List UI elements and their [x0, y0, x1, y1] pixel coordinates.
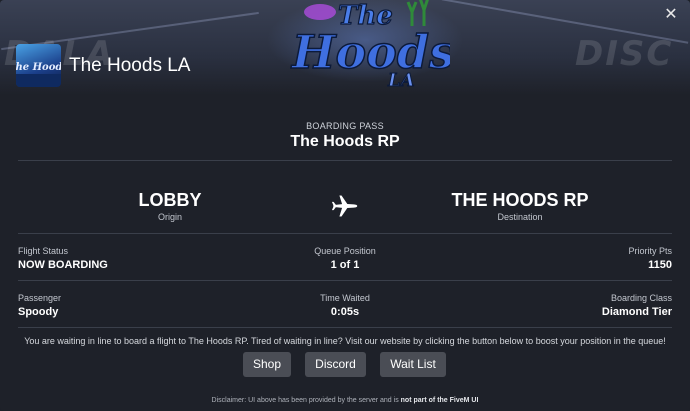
server-name: The Hoods LA [69, 55, 191, 76]
disclaimer: Disclaimer: UI above has been provided b… [0, 397, 690, 404]
priority-points-label: Priority Pts [628, 246, 672, 256]
palm-tree-icon [406, 1, 418, 26]
server-icon: The Hoods [16, 44, 61, 87]
flight-status-label: Flight Status [18, 246, 69, 256]
time-waited-value: 0:05s [330, 306, 360, 318]
origin-code: LOBBY [138, 190, 202, 210]
boarding-pass-title: The Hoods RP [290, 133, 400, 150]
origin-label: Origin [157, 212, 182, 222]
server-logo-icon: The Hoods [16, 62, 61, 87]
wait-list-button[interactable]: Wait List [380, 352, 446, 377]
destination-label: Destination [497, 212, 543, 222]
logo-text-la: LA [387, 70, 415, 91]
disclaimer-emphasis: not part of the FiveM UI [400, 397, 479, 404]
queue-window: DALA DISC The Hoods LA ✕ The Hoods The H… [0, 0, 690, 411]
server-icon-text: The Hoods [16, 62, 61, 73]
banner-ghost-text-right: DISC [575, 34, 674, 74]
boarding-class-label: Boarding Class [610, 293, 672, 303]
passenger-value: Spoody [18, 306, 59, 318]
logo-text-hoods: Hoods [290, 25, 450, 79]
queue-position-value: 1 of 1 [330, 259, 360, 271]
flight-status-value: NOW BOARDING [18, 259, 108, 271]
divider [18, 327, 672, 328]
boarding-pass-label: BOARDING PASS [306, 121, 384, 131]
divider [18, 280, 672, 281]
passenger-label: Passenger [18, 293, 62, 303]
queue-position-label: Queue Position [314, 246, 376, 256]
divider [18, 160, 672, 161]
disclaimer-text: Disclaimer: UI above has been provided b… [211, 397, 401, 404]
hoods-logo: The Hoods LA [289, 0, 450, 92]
priority-points-value: 1150 [648, 259, 672, 271]
divider [18, 233, 672, 234]
discord-button[interactable]: Discord [305, 352, 366, 377]
palm-tree-icon [419, 0, 429, 26]
boarding-class-value: Diamond Tier [601, 306, 672, 318]
queue-notice: You are waiting in line to board a fligh… [24, 336, 666, 346]
close-button[interactable]: ✕ [662, 6, 680, 24]
server-banner: DALA DISC The Hoods LA ✕ [0, 0, 690, 95]
destination-code: THE HOODS RP [451, 190, 589, 210]
airplane-icon [331, 195, 358, 217]
shop-button[interactable]: Shop [243, 352, 291, 377]
time-waited-label: Time Waited [320, 293, 370, 303]
